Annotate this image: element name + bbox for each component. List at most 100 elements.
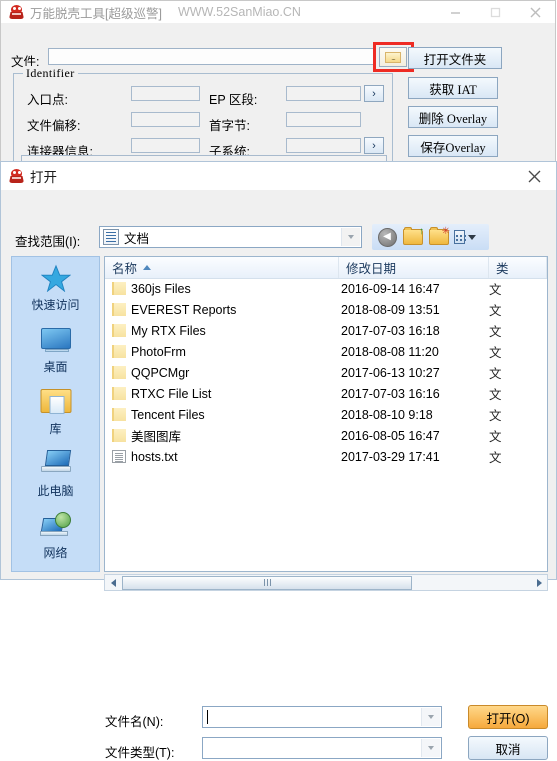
file-date-cell: 2017-06-13 10:27 — [341, 365, 440, 380]
folder-icon — [112, 408, 126, 421]
sidebar-label-this-pc: 此电脑 — [37, 484, 74, 498]
open-button[interactable]: 打开(O) — [468, 705, 548, 729]
file-date-cell: 2018-08-10 9:18 — [341, 407, 433, 422]
main-window-titlebar[interactable]: 万能脱壳工具[超级巡警] WWW.52SanMiao.CN — [1, 1, 555, 23]
ep-section-label: EP 区段: — [209, 93, 258, 107]
file-name-text: hosts.txt — [131, 449, 178, 464]
file-type-cell: 文 — [489, 346, 502, 360]
table-row[interactable]: PhotoFrm 2018-08-08 11:20 文 — [105, 341, 547, 362]
table-row[interactable]: 美图图库 2016-08-05 16:47 文 — [105, 425, 547, 446]
file-path-input[interactable] — [48, 48, 375, 65]
sidebar-item-this-pc[interactable]: 此电脑 — [12, 447, 99, 505]
cancel-button[interactable]: 取消 — [468, 736, 548, 760]
new-folder-icon[interactable]: ✳ — [428, 226, 450, 248]
entry-point-input[interactable] — [131, 86, 200, 101]
scrollbar-thumb[interactable] — [122, 575, 412, 590]
file-name-cell: Tencent Files — [105, 408, 339, 422]
folder-icon — [112, 303, 126, 316]
file-name-input[interactable] — [202, 706, 442, 728]
table-row[interactable]: Tencent Files 2018-08-10 9:18 文 — [105, 404, 547, 425]
file-type-input[interactable] — [202, 737, 442, 759]
file-name-cell: 美图图库 — [105, 426, 339, 445]
file-name-cell: QQPCMgr — [105, 366, 339, 380]
look-in-combobox[interactable]: 文档 — [99, 226, 362, 248]
sidebar-item-quick-access[interactable]: 快速访问 — [12, 261, 99, 319]
table-row[interactable]: QQPCMgr 2017-06-13 10:27 文 — [105, 362, 547, 383]
entry-point-label: 入口点: — [27, 93, 68, 107]
file-date-cell: 2017-07-03 16:18 — [341, 323, 440, 338]
sort-ascending-icon — [143, 265, 152, 270]
main-window-title: 万能脱壳工具[超级巡警] — [30, 6, 162, 21]
first-bytes-input[interactable] — [286, 112, 361, 127]
table-row[interactable]: EVEREST Reports 2018-08-09 13:51 文 — [105, 299, 547, 320]
dialog-app-icon — [9, 168, 25, 184]
dialog-close-icon[interactable] — [512, 162, 556, 190]
file-date-cell: 2018-08-08 11:20 — [341, 344, 439, 359]
file-name-cell: My RTX Files — [105, 324, 339, 338]
dialog-titlebar[interactable]: 打开 — [1, 162, 556, 190]
folder-icon — [112, 387, 126, 400]
file-type-cell: 文 — [489, 409, 502, 423]
file-type-cell: 文 — [489, 367, 502, 381]
file-date-cell: 2016-09-14 16:47 — [341, 281, 440, 296]
minimize-button[interactable] — [435, 1, 475, 23]
subsystem-input[interactable] — [286, 138, 361, 153]
file-name-cell: PhotoFrm — [105, 345, 339, 359]
text-file-icon — [112, 450, 126, 463]
sidebar-label-library: 库 — [49, 422, 62, 436]
file-date-cell: 2016-08-05 16:47 — [341, 428, 440, 443]
folder-icon — [112, 345, 126, 358]
table-row[interactable]: RTXC File List 2017-07-03 16:16 文 — [105, 383, 547, 404]
file-list-rows: 360js Files 2016-09-14 16:47 文 EVEREST R… — [105, 278, 547, 571]
column-header-date-label: 修改日期 — [346, 262, 397, 276]
table-row[interactable]: hosts.txt 2017-03-29 17:41 文 — [105, 446, 547, 467]
delete-overlay-button[interactable]: 删除 Overlay — [408, 106, 498, 128]
library-icon — [36, 385, 76, 417]
up-folder-icon[interactable]: ↑ — [402, 226, 424, 248]
sidebar-item-network[interactable]: 网络 — [12, 509, 99, 567]
table-row[interactable]: My RTX Files 2017-07-03 16:18 文 — [105, 320, 547, 341]
file-list-view[interactable]: 名称 修改日期 类 360js Files 2016-09-14 16:47 文… — [104, 256, 548, 572]
close-button[interactable] — [515, 1, 555, 23]
column-header-name[interactable]: 名称 — [105, 257, 339, 278]
column-header-type[interactable]: 类 — [489, 257, 547, 278]
view-mode-icon[interactable] — [454, 226, 476, 248]
file-offset-input[interactable] — [131, 112, 200, 127]
sidebar-label-network: 网络 — [43, 546, 68, 560]
sidebar-item-desktop[interactable]: 桌面 — [12, 323, 99, 381]
app-ladybug-icon — [9, 4, 25, 20]
get-iat-button[interactable]: 获取 IAT — [408, 77, 498, 99]
file-type-cell: 文 — [489, 451, 502, 465]
file-name-text: Tencent Files — [131, 407, 205, 422]
places-sidebar: 快速访问 桌面 库 此电脑 网络 — [11, 256, 100, 572]
column-header-date[interactable]: 修改日期 — [339, 257, 489, 278]
browse-file-button[interactable]: ... — [379, 47, 407, 67]
file-type-cell: 文 — [489, 325, 502, 339]
open-folder-button[interactable]: 打开文件夹 — [408, 47, 502, 69]
dialog-body: 查找范围(I): 文档 ◀ ↑ ✳ 快速访问 桌面 库 此电脑 网络 名称 修改… — [1, 190, 556, 760]
linker-info-input[interactable] — [131, 138, 200, 153]
file-name-cell: hosts.txt — [105, 450, 339, 464]
maximize-button[interactable] — [475, 1, 515, 23]
folder-icon — [112, 366, 126, 379]
back-icon[interactable]: ◀ — [376, 226, 398, 248]
subsystem-more-button[interactable]: › — [364, 137, 384, 154]
this-pc-icon — [36, 447, 76, 479]
file-name-cell: 360js Files — [105, 282, 339, 296]
file-list-horizontal-scrollbar[interactable] — [104, 574, 548, 591]
ep-section-more-button[interactable]: › — [364, 85, 384, 102]
dialog-toolbar: ◀ ↑ ✳ — [372, 224, 489, 250]
window-controls — [435, 1, 555, 23]
file-type-cell: 文 — [489, 388, 502, 402]
file-name-dropdown-arrow[interactable] — [421, 708, 440, 726]
save-overlay-button[interactable]: 保存Overlay — [408, 135, 498, 157]
main-window-url-text: WWW.52SanMiao.CN — [177, 5, 301, 19]
look-in-dropdown-arrow[interactable] — [341, 228, 360, 246]
ep-section-input[interactable] — [286, 86, 361, 101]
sidebar-item-library[interactable]: 库 — [12, 385, 99, 443]
file-name-text: RTXC File List — [131, 386, 212, 401]
file-type-dropdown-arrow[interactable] — [421, 739, 440, 757]
scroll-left-button[interactable] — [105, 575, 121, 590]
table-row[interactable]: 360js Files 2016-09-14 16:47 文 — [105, 278, 547, 299]
scroll-right-button[interactable] — [531, 575, 547, 590]
